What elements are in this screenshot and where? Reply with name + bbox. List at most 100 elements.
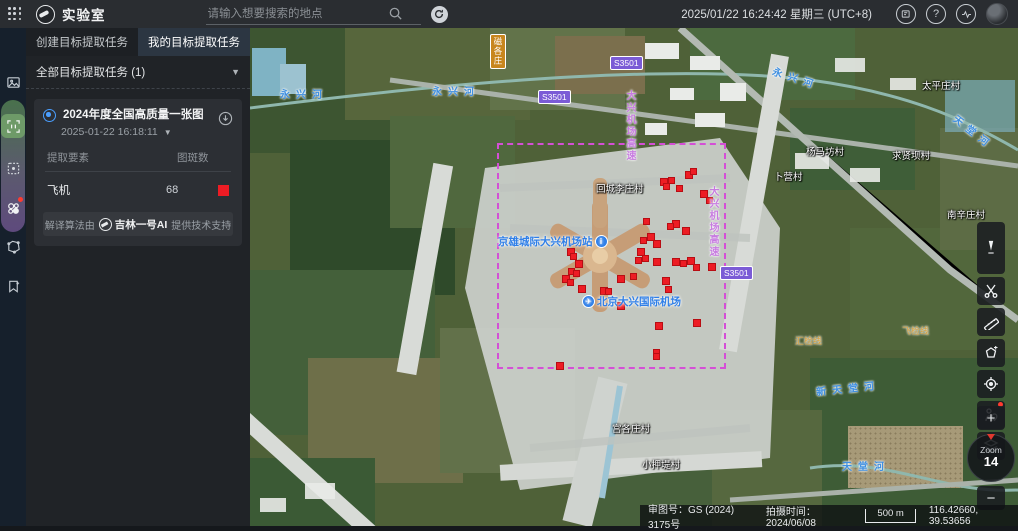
map-label-village: 卜营村 <box>774 169 803 183</box>
jilin1-mini-logo-icon <box>99 218 112 231</box>
region-select-icon[interactable] <box>1 156 25 180</box>
task-card[interactable]: 2024年度全国高质量一张图 2025-01-22 16:18:11▼ 提取要素… <box>34 99 242 246</box>
aircraft-detection-box[interactable] <box>570 253 577 260</box>
divider <box>45 171 231 172</box>
aircraft-detection-box[interactable] <box>635 257 642 264</box>
map-label-village: 宫各庄村 <box>612 421 650 435</box>
zoom-control: + Zoom 14 − <box>977 406 1005 510</box>
task-timestamp[interactable]: 2025-01-22 16:18:11▼ <box>61 126 233 138</box>
clip-tool-icon[interactable] <box>977 277 1005 305</box>
map-label-roadline: 飞检线 <box>902 324 929 337</box>
result-table-row[interactable]: 飞机 68 <box>47 182 233 198</box>
map-label-badge: S3501 <box>610 56 643 70</box>
feedback-form-icon[interactable] <box>896 4 916 24</box>
imagery-library-icon[interactable] <box>1 70 25 94</box>
aircraft-detection-box[interactable] <box>693 264 700 271</box>
aircraft-detection-box[interactable] <box>642 255 649 262</box>
aircraft-detection-box[interactable] <box>676 185 683 192</box>
datetime-display: 2025/01/22 16:24:42 星期三 (UTC+8) <box>681 6 872 22</box>
target-extraction-icon[interactable] <box>1 114 25 138</box>
left-icon-rail <box>0 28 26 526</box>
map-label-roadline: 汇检线 <box>795 334 822 347</box>
map-label-vroad: 大兴机场高速 <box>622 90 637 162</box>
measure-tool-icon[interactable] <box>977 308 1005 336</box>
filter-label: 全部目标提取任务 (1) <box>36 64 145 80</box>
refresh-icon[interactable] <box>431 6 448 23</box>
task-tabs: 创建目标提取任务 我的目标提取任务 <box>26 28 250 56</box>
aircraft-detection-box[interactable] <box>573 270 580 277</box>
zoom-in-button[interactable]: + <box>977 406 1005 430</box>
element-count: 68 <box>166 184 178 196</box>
map-label-river: 永兴河 <box>432 83 480 98</box>
user-avatar[interactable] <box>986 3 1008 25</box>
map-label-village: 回城李庄村 <box>596 181 644 195</box>
zoom-label: Zoom <box>980 446 1002 455</box>
aircraft-detection-box[interactable] <box>653 353 660 360</box>
aircraft-detection-box[interactable] <box>617 275 625 283</box>
algorithm-credit: 解译算法由 吉林一号AI 提供技术支持 <box>43 212 233 236</box>
search-input[interactable] <box>206 7 388 21</box>
map-label-village: 南辛庄村 <box>947 207 985 221</box>
aircraft-detection-box[interactable] <box>667 223 674 230</box>
aircraft-detection-box[interactable] <box>575 260 583 268</box>
aircraft-detection-box[interactable] <box>672 258 680 266</box>
draw-polygon-icon[interactable] <box>977 339 1005 367</box>
app-title: 实验室 <box>62 4 106 24</box>
map-label-river: 永兴河 <box>280 86 328 101</box>
chevron-down-icon: ▼ <box>164 128 172 137</box>
app-grid-menu-icon[interactable] <box>8 7 22 21</box>
aircraft-detection-box[interactable] <box>693 319 701 327</box>
map-label-badge: S3501 <box>720 266 753 280</box>
detection-results-icon[interactable] <box>1 196 25 220</box>
task-radio-selected[interactable] <box>43 109 56 122</box>
map-label-village: 求贤坝村 <box>892 148 930 162</box>
top-header: 实验室 2025/01/22 16:24:42 星期三 (UTC+8) ? <box>0 0 1018 28</box>
task-filter-dropdown[interactable]: 全部目标提取任务 (1) ▼ <box>26 56 250 89</box>
activity-monitor-icon[interactable] <box>956 4 976 24</box>
aircraft-detection-box[interactable] <box>690 168 697 175</box>
zoom-dial-pointer <box>987 434 995 440</box>
satellite-map[interactable]: 永兴河永兴河永兴河S3501S3501S3501大兴机场高速大兴机场高速磁各庄回… <box>250 28 1018 526</box>
map-license-number: 审图号：GS (2024) 3175号 <box>648 501 753 531</box>
map-label-badge: S3501 <box>538 90 571 104</box>
tab-my-tasks[interactable]: 我的目标提取任务 <box>138 28 250 56</box>
aircraft-detection-box[interactable] <box>682 227 690 235</box>
aircraft-detection-box[interactable] <box>640 237 647 244</box>
map-label-vroad: 大兴机场高速 <box>705 186 720 258</box>
aircraft-detection-box[interactable] <box>708 263 716 271</box>
polygon-draw-icon[interactable] <box>1 234 25 258</box>
map-label-river: 天堂河 <box>842 458 890 473</box>
aircraft-detection-box[interactable] <box>680 260 687 267</box>
aircraft-detection-box[interactable] <box>578 285 586 293</box>
task-panel: 创建目标提取任务 我的目标提取任务 全部目标提取任务 (1) ▼ 2024年度全… <box>26 28 250 526</box>
map-label-village: 杨马坊村 <box>806 144 844 158</box>
help-icon[interactable]: ? <box>926 4 946 24</box>
cursor-coordinates: 116.42660, 39.53656 <box>929 505 1010 527</box>
map-label-village: 小押堤村 <box>642 457 680 471</box>
aircraft-detection-box[interactable] <box>653 258 661 266</box>
result-table-header: 提取要素 图斑数 <box>47 150 233 165</box>
search-icon[interactable] <box>388 6 403 21</box>
capture-date: 拍摄时间：2024/06/08 <box>766 503 853 529</box>
aircraft-detection-box[interactable] <box>653 240 661 248</box>
location-search[interactable] <box>206 4 421 25</box>
station-info-icon: i <box>595 235 608 248</box>
aircraft-detection-box[interactable] <box>663 183 670 190</box>
aircraft-detection-box[interactable] <box>630 273 637 280</box>
swipe-compare-tool[interactable] <box>977 222 1005 274</box>
tab-create-task[interactable]: 创建目标提取任务 <box>26 28 138 56</box>
aircraft-detection-box[interactable] <box>655 322 663 330</box>
download-icon[interactable] <box>218 111 233 126</box>
zoom-level-dial[interactable]: Zoom 14 <box>967 434 1015 482</box>
aircraft-detection-box[interactable] <box>662 277 670 285</box>
aircraft-detection-box[interactable] <box>556 362 564 370</box>
aircraft-detection-box[interactable] <box>567 279 574 286</box>
locate-tool-icon[interactable] <box>977 370 1005 398</box>
aircraft-detection-box[interactable] <box>665 286 672 293</box>
map-status-bar: 审图号：GS (2024) 3175号 拍摄时间：2024/06/08 500 … <box>640 505 1018 526</box>
map-label-airport: ✈北京大兴国际机场 <box>582 294 681 309</box>
aircraft-detection-box[interactable] <box>643 218 650 225</box>
map-label-station: 京雄城际大兴机场站i <box>498 234 608 249</box>
bookmark-add-icon[interactable] <box>1 274 25 298</box>
chevron-down-icon: ▼ <box>231 67 240 77</box>
